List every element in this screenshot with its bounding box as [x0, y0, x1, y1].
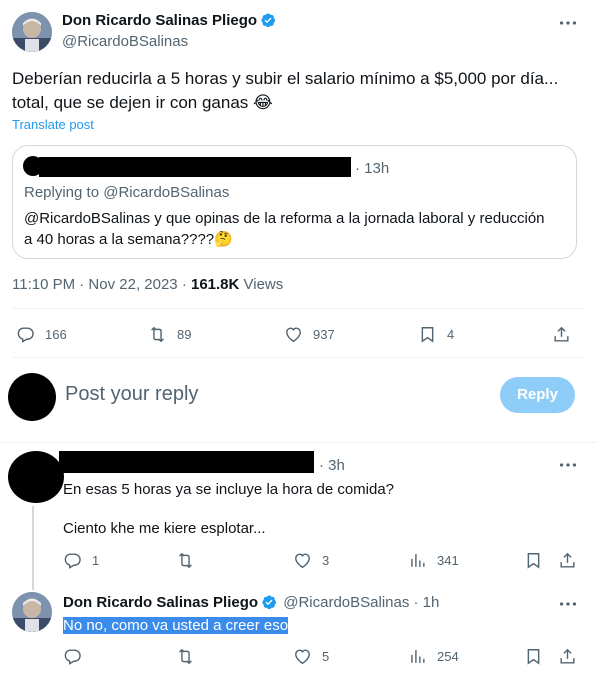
- share-icon: [554, 326, 569, 342]
- views-icon: [411, 554, 425, 567]
- reply2-more-options-icon[interactable]: [557, 593, 579, 615]
- reply1-views-action[interactable]: 341: [408, 551, 459, 570]
- reply-button[interactable]: Reply: [500, 377, 575, 413]
- quoted-emoji: 🤔: [214, 231, 233, 248]
- reply1-like-action[interactable]: 3: [293, 551, 329, 570]
- reply2-author-handle[interactable]: @RicardoBSalinas: [283, 594, 409, 611]
- reply2-time: · 1h: [413, 594, 440, 611]
- reply1-reply-action[interactable]: 1: [63, 551, 99, 570]
- retweet-count: 89: [177, 327, 192, 342]
- tweet-text-line-2-text: total, que se dejen ir con ganas: [12, 93, 249, 112]
- author-handle[interactable]: @RicardoBSalinas: [62, 33, 188, 50]
- quoted-text-line-2: a 40 horas a la semana????🤔: [24, 229, 545, 250]
- reply1-reply-count: 1: [92, 553, 100, 568]
- translate-post-link[interactable]: Translate post: [12, 117, 94, 132]
- share-icon: [560, 552, 575, 568]
- reply-icon: [64, 649, 81, 665]
- reply1-text-line-2: Ciento khe me kiere esplotar...: [63, 520, 266, 537]
- reply-icon: [17, 327, 34, 343]
- thread-connector-line: [32, 506, 34, 590]
- reply-input[interactable]: Post your reply: [65, 383, 198, 406]
- reply1-share-action[interactable]: [558, 551, 577, 570]
- quoted-replying-to: Replying to @RicardoBSalinas: [24, 184, 230, 201]
- divider: [0, 442, 597, 443]
- reply2-reply-action[interactable]: [63, 647, 82, 666]
- more-options-icon[interactable]: [557, 12, 579, 34]
- reply-icon: [64, 553, 81, 569]
- tweet-text: Deberían reducirla a 5 horas y subir el …: [12, 67, 592, 115]
- tweet-timestamp[interactable]: 11:10 PM · Nov 22, 2023 ·: [12, 276, 191, 293]
- views-label: Views: [239, 276, 284, 293]
- verified-badge-icon: [262, 595, 277, 610]
- reply-count: 166: [45, 327, 67, 342]
- bookmark-icon: [421, 327, 434, 343]
- reply1-author-redacted: [59, 451, 314, 473]
- bookmark-count: 4: [447, 327, 455, 342]
- heart-icon: [295, 649, 310, 665]
- author-name[interactable]: Don Ricardo Salinas Pliego: [62, 12, 257, 29]
- retweet-icon: [151, 326, 164, 343]
- reply1-bookmark-action[interactable]: [524, 551, 543, 570]
- retweet-action[interactable]: 89: [148, 325, 191, 344]
- heart-icon: [295, 553, 310, 569]
- tweet-text-line-2: total, que se dejen ir con ganas 😂: [12, 91, 592, 115]
- reply1-time: · 3h: [319, 457, 345, 474]
- reply2-views-action[interactable]: 254: [408, 647, 459, 666]
- quoted-text-line-2-text: a 40 horas a la semana????: [24, 231, 215, 248]
- reply2-retweet-action[interactable]: [176, 647, 195, 666]
- reply1-retweet-action[interactable]: [176, 551, 195, 570]
- quoted-author-redacted: [39, 157, 351, 177]
- reply2-author-avatar[interactable]: [12, 592, 52, 632]
- retweet-icon: [179, 648, 192, 665]
- bookmark-action[interactable]: 4: [418, 325, 454, 344]
- heart-icon: [286, 327, 301, 343]
- reply1-text-line-1: En esas 5 horas ya se incluye la hora de…: [63, 481, 395, 498]
- like-count: 937: [313, 327, 335, 342]
- bookmark-icon: [527, 649, 540, 665]
- quoted-text-line-1: @RicardoBSalinas y que opinas de la refo…: [24, 210, 545, 227]
- share-action[interactable]: [552, 325, 571, 344]
- reply2-author-name[interactable]: Don Ricardo Salinas Pliego: [63, 594, 258, 611]
- current-user-avatar: [8, 373, 56, 421]
- share-icon: [560, 648, 575, 664]
- author-name-row: Don Ricardo Salinas Pliego: [62, 12, 276, 30]
- reply2-text-selected: No no, como va usted a creer eso: [63, 617, 289, 634]
- like-action[interactable]: 937: [284, 325, 335, 344]
- quoted-time: · 13h: [355, 160, 390, 177]
- reply1-like-count: 3: [322, 553, 330, 568]
- reply2-views-count: 254: [437, 649, 459, 664]
- reply-action[interactable]: 166: [16, 325, 67, 344]
- tweet-text-line-1: Deberían reducirla a 5 horas y subir el …: [12, 69, 559, 88]
- bookmark-icon: [527, 553, 540, 569]
- reply1-avatar-redacted[interactable]: [8, 451, 64, 503]
- divider: [12, 357, 585, 358]
- views-count: 161.8K: [190, 276, 240, 293]
- quoted-tweet-card[interactable]: · 13h Replying to @RicardoBSalinas @Rica…: [12, 145, 577, 259]
- tweet-meta-row: 11:10 PM · Nov 22, 2023 · 161.8K Views: [12, 276, 283, 293]
- retweet-icon: [179, 552, 192, 569]
- author-avatar[interactable]: [12, 12, 52, 52]
- reply1-views-count: 341: [437, 553, 459, 568]
- reply2-like-action[interactable]: 5: [293, 647, 329, 666]
- verified-badge-icon: [261, 13, 276, 28]
- divider: [12, 308, 585, 309]
- reply2-like-count: 5: [322, 649, 330, 664]
- views-icon: [411, 650, 425, 663]
- reply2-share-action[interactable]: [558, 647, 577, 666]
- reply1-more-options-icon[interactable]: [557, 454, 579, 476]
- reply2-header: Don Ricardo Salinas Pliego @RicardoBSali…: [63, 594, 439, 611]
- reply2-text: No no, como va usted a creer eso: [63, 617, 289, 634]
- quoted-text: @RicardoBSalinas y que opinas de la refo…: [24, 208, 545, 250]
- reply2-bookmark-action[interactable]: [524, 647, 543, 666]
- tweet-emoji: 😂: [253, 93, 273, 112]
